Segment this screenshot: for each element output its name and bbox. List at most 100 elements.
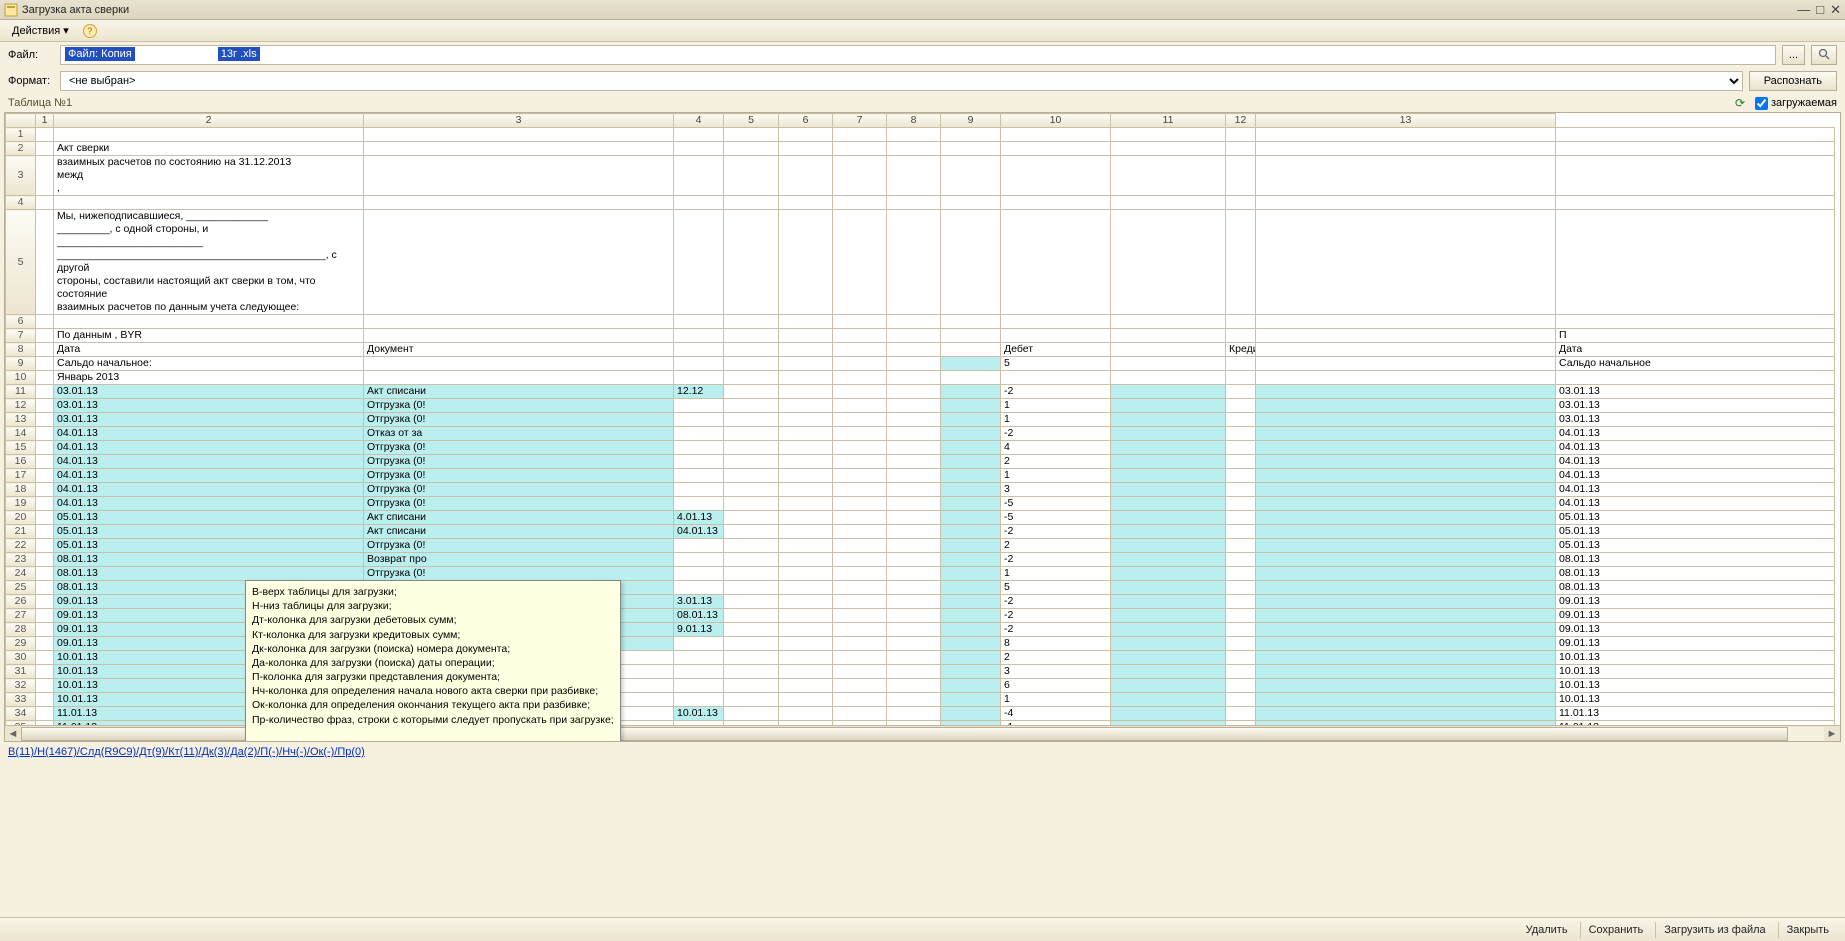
cell[interactable]: 08.01.13	[674, 609, 724, 623]
cell[interactable]: 04.01.13	[1556, 427, 1835, 441]
cell[interactable]	[1226, 128, 1256, 142]
cell[interactable]: 03.01.13	[1556, 399, 1835, 413]
row-header[interactable]: 23	[6, 553, 36, 567]
cell[interactable]: 10.01.13	[1556, 651, 1835, 665]
cell[interactable]	[779, 156, 833, 196]
cell[interactable]	[941, 609, 1001, 623]
cell[interactable]	[779, 371, 833, 385]
cell[interactable]	[833, 609, 887, 623]
cell[interactable]	[36, 637, 54, 651]
cell[interactable]	[833, 413, 887, 427]
cell[interactable]	[833, 497, 887, 511]
cell[interactable]	[724, 441, 779, 455]
cell[interactable]	[833, 651, 887, 665]
cell[interactable]	[724, 357, 779, 371]
cell[interactable]	[833, 595, 887, 609]
cell[interactable]	[941, 553, 1001, 567]
cell[interactable]	[674, 483, 724, 497]
load-from-file-button[interactable]: Загрузить из файла	[1655, 922, 1773, 938]
cell[interactable]	[779, 637, 833, 651]
cell[interactable]	[674, 581, 724, 595]
cell[interactable]	[1111, 156, 1226, 196]
row-header[interactable]: 25	[6, 581, 36, 595]
row-header[interactable]: 34	[6, 707, 36, 721]
cell[interactable]	[674, 427, 724, 441]
cell[interactable]: 05.01.13	[54, 539, 364, 553]
cell[interactable]	[779, 329, 833, 343]
cell[interactable]	[1111, 665, 1226, 679]
cell[interactable]	[779, 196, 833, 210]
cell[interactable]: 04.01.13	[1556, 455, 1835, 469]
table-row[interactable]: 9Сальдо начальное:5Сальдо начальное	[6, 357, 1835, 371]
cell[interactable]	[779, 707, 833, 721]
row-header[interactable]: 7	[6, 329, 36, 343]
cell[interactable]	[941, 707, 1001, 721]
cell[interactable]	[887, 553, 941, 567]
cell[interactable]	[1226, 525, 1256, 539]
cell[interactable]	[887, 497, 941, 511]
cell[interactable]	[1111, 469, 1226, 483]
close-button[interactable]: ✕	[1830, 2, 1841, 18]
cell[interactable]: 04.01.13	[1556, 441, 1835, 455]
column-header[interactable]: 8	[887, 114, 941, 128]
cell[interactable]	[36, 441, 54, 455]
cell[interactable]: 1	[1001, 693, 1111, 707]
cell[interactable]	[887, 156, 941, 196]
cell[interactable]	[833, 385, 887, 399]
table-row[interactable]: 10Январь 2013	[6, 371, 1835, 385]
cell[interactable]	[1226, 567, 1256, 581]
row-header[interactable]: 33	[6, 693, 36, 707]
cell[interactable]	[833, 553, 887, 567]
cell[interactable]	[1111, 142, 1226, 156]
cell[interactable]	[1111, 539, 1226, 553]
cell[interactable]	[887, 637, 941, 651]
close-button-footer[interactable]: Закрыть	[1778, 922, 1837, 938]
cell[interactable]	[887, 511, 941, 525]
cell[interactable]	[779, 357, 833, 371]
cell[interactable]	[1256, 455, 1556, 469]
cell[interactable]	[887, 128, 941, 142]
column-header[interactable]: 7	[833, 114, 887, 128]
row-header[interactable]: 4	[6, 196, 36, 210]
cell[interactable]	[1256, 156, 1556, 196]
cell[interactable]: взаимных расчетов по состоянию на 31.12.…	[54, 156, 364, 196]
cell[interactable]	[36, 142, 54, 156]
cell[interactable]	[833, 525, 887, 539]
cell[interactable]	[1111, 196, 1226, 210]
cell[interactable]	[779, 343, 833, 357]
file-input[interactable]: Файл: Копия 13г .xls	[60, 45, 1776, 65]
cell[interactable]	[674, 469, 724, 483]
cell[interactable]	[833, 315, 887, 329]
cell[interactable]: 05.01.13	[1556, 539, 1835, 553]
cell[interactable]: -2	[1001, 427, 1111, 441]
table-row[interactable]: 1404.01.13Отказ от за-204.01.13	[6, 427, 1835, 441]
cell[interactable]	[1226, 581, 1256, 595]
cell[interactable]	[1556, 196, 1835, 210]
cell[interactable]	[1256, 128, 1556, 142]
cell[interactable]: 10.01.13	[674, 707, 724, 721]
cell[interactable]: 03.01.13	[1556, 413, 1835, 427]
row-header[interactable]: 24	[6, 567, 36, 581]
cell[interactable]	[1226, 609, 1256, 623]
row-header[interactable]: 16	[6, 455, 36, 469]
cell[interactable]	[36, 427, 54, 441]
cell[interactable]	[724, 413, 779, 427]
cell[interactable]: 08.01.13	[1556, 553, 1835, 567]
table-row[interactable]: 1103.01.13Акт списани12.12-203.01.13	[6, 385, 1835, 399]
delete-button[interactable]: Удалить	[1518, 922, 1576, 938]
row-header[interactable]: 5	[6, 210, 36, 315]
cell[interactable]	[1256, 567, 1556, 581]
column-header[interactable]: 3	[364, 114, 674, 128]
cell[interactable]: 04.01.13	[1556, 497, 1835, 511]
cell[interactable]	[833, 483, 887, 497]
cell[interactable]	[1111, 399, 1226, 413]
row-header[interactable]: 28	[6, 623, 36, 637]
cell[interactable]: 9.01.13	[674, 623, 724, 637]
column-header[interactable]: 2	[54, 114, 364, 128]
cell[interactable]	[1001, 142, 1111, 156]
column-header[interactable]: 12	[1226, 114, 1256, 128]
cell[interactable]: 03.01.13	[54, 399, 364, 413]
cell[interactable]	[1256, 357, 1556, 371]
cell[interactable]	[1111, 455, 1226, 469]
cell[interactable]	[941, 693, 1001, 707]
